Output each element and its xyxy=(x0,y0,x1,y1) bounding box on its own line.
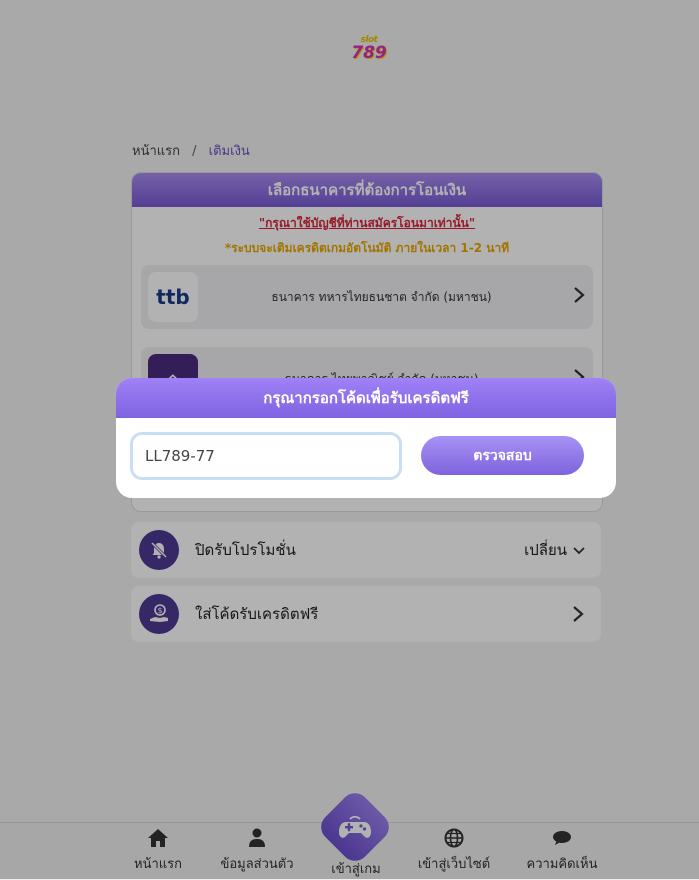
code-input[interactable] xyxy=(130,432,402,480)
deposit-page: slot 789 หน้าแรก / เติมเงิน เลือกธนาคารท… xyxy=(0,0,699,880)
free-credit-code-modal: กรุณากรอกโค้ดเพื่อรับเครดิตฟรี ตรวจสอบ xyxy=(116,378,616,498)
verify-button[interactable]: ตรวจสอบ xyxy=(421,436,584,475)
modal-title: กรุณากรอกโค้ดเพื่อรับเครดิตฟรี xyxy=(116,378,616,418)
